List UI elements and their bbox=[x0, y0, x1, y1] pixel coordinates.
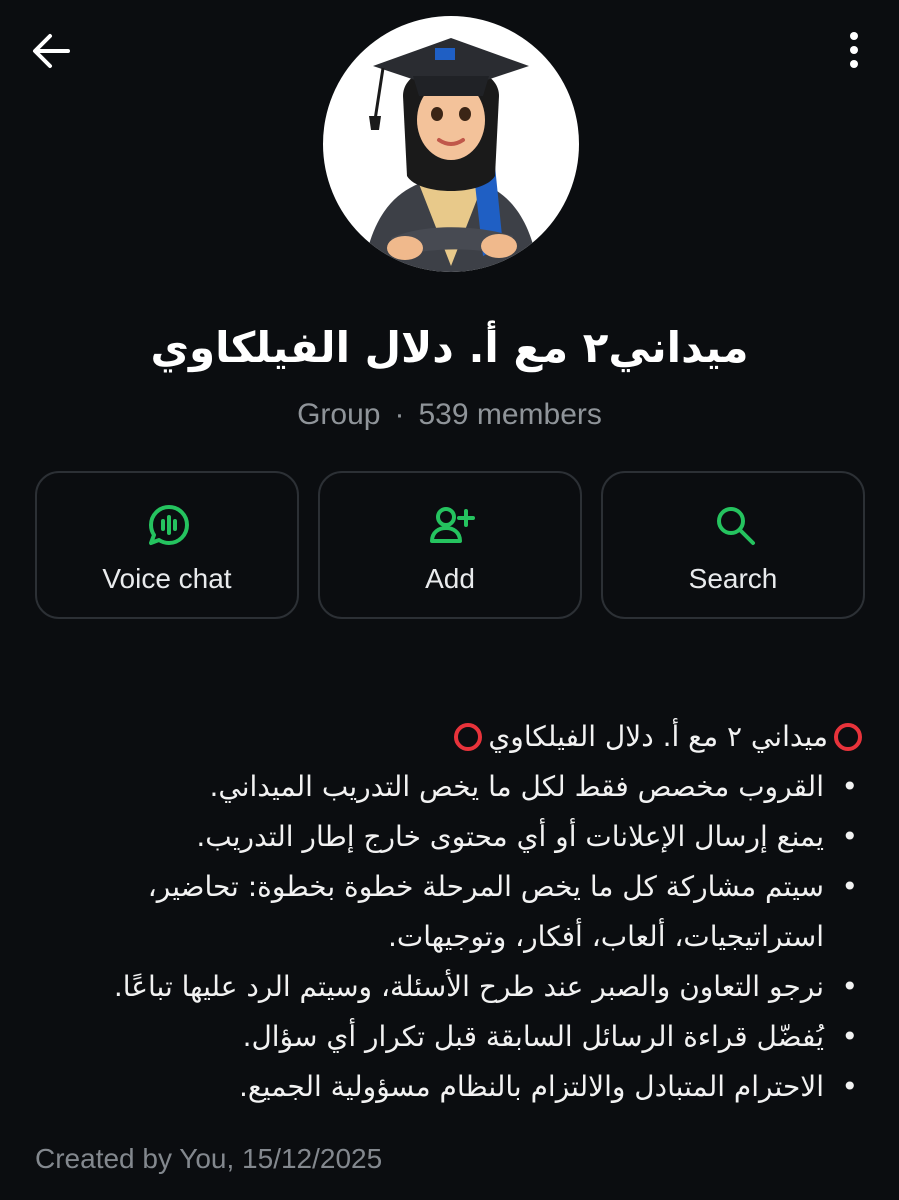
voice-chat-icon bbox=[149, 505, 189, 545]
rule-item: سيتم مشاركة كل ما يخص المرحلة خطوة بخطوة… bbox=[30, 862, 868, 962]
add-member-button[interactable]: Add bbox=[318, 471, 582, 619]
search-label: Search bbox=[688, 563, 778, 594]
rule-item: يُفضّل قراءة الرسائل السابقة قبل تكرار أ… bbox=[30, 1012, 868, 1062]
rule-item: القروب مخصص فقط لكل ما يخص التدريب الميد… bbox=[30, 762, 868, 812]
voice-chat-button[interactable]: Voice chat bbox=[35, 471, 299, 619]
subtitle-separator: · bbox=[394, 398, 405, 431]
group-avatar[interactable] bbox=[323, 16, 579, 272]
voice-chat-label: Voice chat bbox=[102, 563, 232, 594]
search-icon bbox=[717, 507, 755, 545]
arrow-left-icon bbox=[33, 34, 70, 68]
group-title: ميداني٢ مع أ. دلال الفيلكاوي bbox=[150, 323, 749, 372]
more-options-button[interactable] bbox=[830, 26, 878, 74]
more-vertical-icon bbox=[850, 32, 858, 68]
graduate-avatar-image bbox=[363, 38, 539, 272]
member-count[interactable]: 539 members bbox=[418, 398, 601, 431]
rules-list: القروب مخصص فقط لكل ما يخص التدريب الميد… bbox=[30, 762, 868, 1112]
description-heading: ميداني ٢ مع أ. دلال الفيلكاوي bbox=[30, 712, 868, 762]
red-circle-icon bbox=[834, 723, 862, 751]
add-member-icon bbox=[430, 507, 475, 543]
group-type-label: Group bbox=[297, 398, 381, 431]
description-heading-text: ميداني ٢ مع أ. دلال الفيلكاوي bbox=[488, 720, 828, 753]
rule-item: نرجو التعاون والصبر عند طرح الأسئلة، وسي… bbox=[30, 962, 868, 1012]
red-circle-icon bbox=[454, 723, 483, 751]
rule-item: يمنع إرسال الإعلانات أو أي محتوى خارج إط… bbox=[30, 812, 868, 862]
search-button[interactable]: Search bbox=[601, 471, 865, 619]
rule-item: الاحترام المتبادل والالتزام بالنظام مسؤو… bbox=[30, 1062, 868, 1112]
group-description: ميداني ٢ مع أ. دلال الفيلكاوي القروب مخص… bbox=[30, 712, 868, 1112]
group-subtitle: Group · 539 members bbox=[0, 393, 899, 437]
add-label: Add bbox=[425, 563, 475, 594]
created-info: Created by You, 15/12/2025 bbox=[35, 1143, 383, 1174]
back-button[interactable] bbox=[28, 28, 74, 74]
